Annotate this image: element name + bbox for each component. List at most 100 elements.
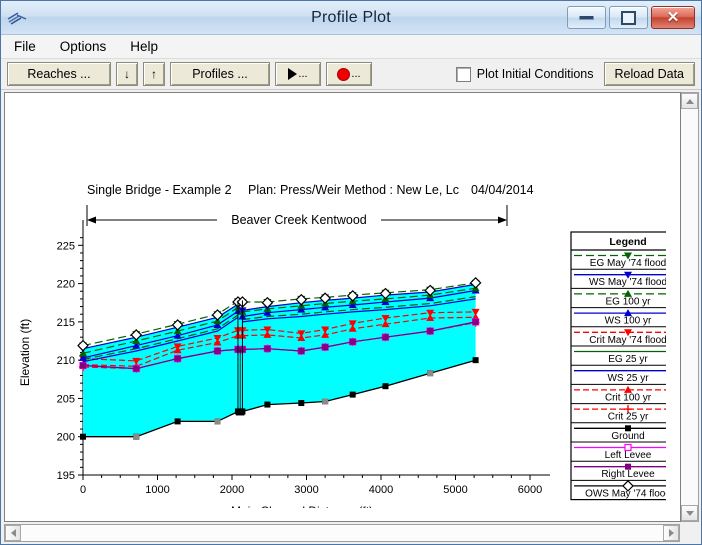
reload-data-button[interactable]: Reload Data bbox=[603, 62, 695, 86]
reach-arrowhead-right bbox=[498, 216, 507, 224]
legend-entry-label: Right Levee bbox=[601, 469, 655, 480]
chart-title-date: 04/04/2014 bbox=[471, 183, 534, 197]
legend-entry-label: Crit May '74 flood bbox=[589, 335, 666, 346]
legend-entry-label: EG May '74 flood bbox=[590, 258, 666, 269]
data-point-marker bbox=[264, 345, 271, 352]
x-tick-label-4: 4000 bbox=[369, 484, 393, 496]
profile-plot-window: Profile Plot ✕ File Options Help Reaches… bbox=[0, 0, 702, 545]
data-point-marker bbox=[472, 318, 479, 325]
bridge-deck-base bbox=[235, 410, 245, 416]
data-point-marker bbox=[349, 391, 356, 398]
chart-title-left: Single Bridge - Example 2 bbox=[87, 183, 232, 197]
x-tick-label-5: 5000 bbox=[443, 484, 467, 496]
legend-entry-label: Ground bbox=[611, 431, 644, 442]
x-tick-label-2: 2000 bbox=[220, 484, 244, 496]
move-up-button[interactable]: ↑ bbox=[143, 62, 165, 86]
plot-canvas[interactable]: Single Bridge - Example 2 Plan: Press/Wei… bbox=[4, 92, 681, 522]
horizontal-scroll-row bbox=[4, 524, 699, 542]
y-tick-label-0: 195 bbox=[57, 470, 75, 482]
toolbar-right-group: Plot Initial Conditions Reload Data bbox=[455, 62, 695, 86]
client-area: Single Bridge - Example 2 Plan: Press/Wei… bbox=[1, 90, 701, 544]
move-down-button[interactable]: ↓ bbox=[116, 62, 138, 86]
minimize-icon bbox=[579, 15, 594, 20]
scrollbar-corner bbox=[680, 524, 699, 542]
data-point-marker bbox=[382, 383, 389, 390]
y-tick-label-4: 215 bbox=[57, 317, 75, 329]
data-point-marker bbox=[427, 328, 434, 335]
chart-title-plan: Plan: Press/Weir Method : New Le, Lc bbox=[248, 183, 459, 197]
record-icon bbox=[337, 67, 351, 81]
profile-plot-svg: Single Bridge - Example 2 Plan: Press/Wei… bbox=[18, 183, 666, 508]
plot-and-vscroll: Single Bridge - Example 2 Plan: Press/Wei… bbox=[4, 92, 699, 522]
window-controls: ✕ bbox=[567, 6, 701, 29]
plot-initial-conditions-label: Plot Initial Conditions bbox=[476, 67, 594, 81]
horizontal-scrollbar[interactable] bbox=[4, 524, 680, 542]
data-point-marker bbox=[298, 400, 305, 407]
menu-file[interactable]: File bbox=[11, 38, 39, 55]
arrow-down-icon: ↓ bbox=[124, 67, 130, 81]
chevron-left-icon bbox=[10, 529, 16, 537]
legend-entry-label: WS 100 yr bbox=[605, 316, 652, 327]
y-axis-label: Elevation (ft) bbox=[18, 319, 32, 386]
data-point-marker bbox=[174, 355, 181, 362]
legend-title: Legend bbox=[609, 236, 646, 248]
x-tick-label-1: 1000 bbox=[145, 484, 169, 496]
y-tick-label-2: 205 bbox=[57, 393, 75, 405]
close-icon: ✕ bbox=[666, 9, 680, 26]
vertical-scroll-track[interactable] bbox=[681, 109, 698, 505]
data-point-marker bbox=[322, 344, 329, 351]
x-tick-label-3: 3000 bbox=[294, 484, 318, 496]
ground-marker bbox=[214, 418, 221, 425]
y-tick-label-6: 225 bbox=[57, 240, 75, 252]
record-button[interactable]: ... bbox=[326, 62, 372, 86]
menu-options[interactable]: Options bbox=[57, 38, 110, 55]
y-tick-label-3: 210 bbox=[57, 355, 75, 367]
data-point-marker bbox=[349, 338, 356, 345]
legend-entry-label: WS May '74 flood bbox=[589, 277, 666, 288]
chevron-down-icon bbox=[685, 510, 694, 516]
data-point-marker bbox=[264, 401, 271, 408]
reach-label: Beaver Creek Kentwood bbox=[231, 213, 367, 227]
title-bar: Profile Plot ✕ bbox=[1, 1, 701, 35]
data-point-marker bbox=[214, 347, 221, 354]
maximize-icon bbox=[621, 10, 636, 25]
legend-entry-label: OWS May '74 flood bbox=[585, 488, 666, 499]
reaches-button[interactable]: Reaches ... bbox=[7, 62, 111, 86]
data-point-marker bbox=[80, 433, 86, 440]
minimize-button[interactable] bbox=[567, 6, 606, 29]
scroll-left-button[interactable] bbox=[5, 525, 21, 541]
plot-initial-conditions-group[interactable]: Plot Initial Conditions bbox=[455, 66, 594, 82]
menu-help[interactable]: Help bbox=[127, 38, 161, 55]
animate-play-button[interactable]: ... bbox=[275, 62, 321, 86]
legend-entry-label: EG 25 yr bbox=[608, 354, 648, 365]
profiles-button[interactable]: Profiles ... bbox=[170, 62, 270, 86]
scroll-up-button[interactable] bbox=[681, 93, 698, 109]
record-dots-label: ... bbox=[351, 68, 361, 80]
ground-marker bbox=[322, 398, 329, 405]
chevron-right-icon bbox=[668, 529, 674, 537]
data-point-marker bbox=[472, 357, 479, 364]
app-icon bbox=[5, 6, 35, 30]
y-tick-label-5: 220 bbox=[57, 279, 75, 291]
scroll-down-button[interactable] bbox=[681, 505, 698, 521]
legend-entry-label: EG 100 yr bbox=[605, 296, 651, 307]
data-point-marker bbox=[174, 418, 181, 425]
x-tick-label-6: 6000 bbox=[518, 484, 542, 496]
data-point-marker bbox=[80, 362, 86, 369]
legend-entry-label: Crit 25 yr bbox=[608, 412, 649, 423]
plot-initial-conditions-checkbox[interactable] bbox=[455, 66, 471, 82]
ground-marker bbox=[133, 433, 140, 440]
horizontal-scroll-track[interactable] bbox=[21, 525, 663, 541]
chevron-up-icon bbox=[685, 98, 694, 104]
play-dots-label: ... bbox=[298, 68, 308, 80]
data-point-marker bbox=[133, 365, 140, 372]
x-tick-label-0: 0 bbox=[80, 484, 86, 496]
legend-entry-label: Crit 100 yr bbox=[605, 392, 652, 403]
x-axis-label: Main Channel Distance (ft) bbox=[231, 504, 373, 508]
y-tick-label-1: 200 bbox=[57, 432, 75, 444]
maximize-button[interactable] bbox=[609, 6, 648, 29]
scroll-right-button[interactable] bbox=[663, 525, 679, 541]
close-button[interactable]: ✕ bbox=[651, 6, 695, 29]
legend: Legend EG May '74 flood WS May '74 flood EG… bbox=[570, 231, 666, 501]
vertical-scrollbar[interactable] bbox=[681, 92, 699, 522]
